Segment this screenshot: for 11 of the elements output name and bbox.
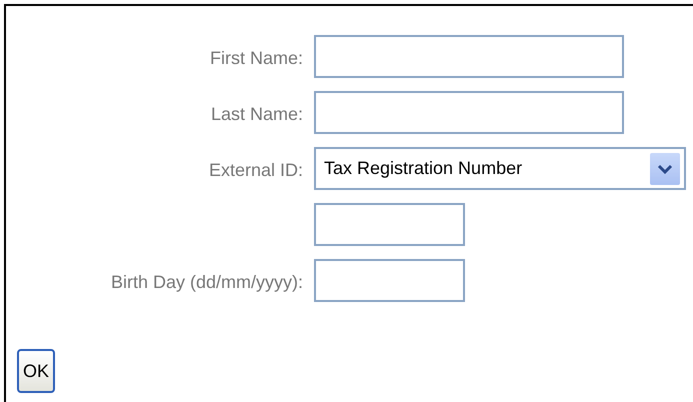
external-id-select[interactable]: Tax Registration Number <box>314 147 686 190</box>
field-label: Last Name: <box>210 103 303 125</box>
field-label: External ID: <box>208 159 303 181</box>
chevron-down-icon <box>650 152 680 184</box>
text-field[interactable] <box>314 203 465 246</box>
text-field[interactable] <box>314 35 624 78</box>
field-label: Birth Day (dd/mm/yyyy): <box>110 271 303 293</box>
field-label: First Name: <box>210 47 303 69</box>
text-field[interactable] <box>314 91 624 134</box>
text-field[interactable] <box>314 259 465 302</box>
ok-button[interactable]: OK <box>17 349 56 393</box>
